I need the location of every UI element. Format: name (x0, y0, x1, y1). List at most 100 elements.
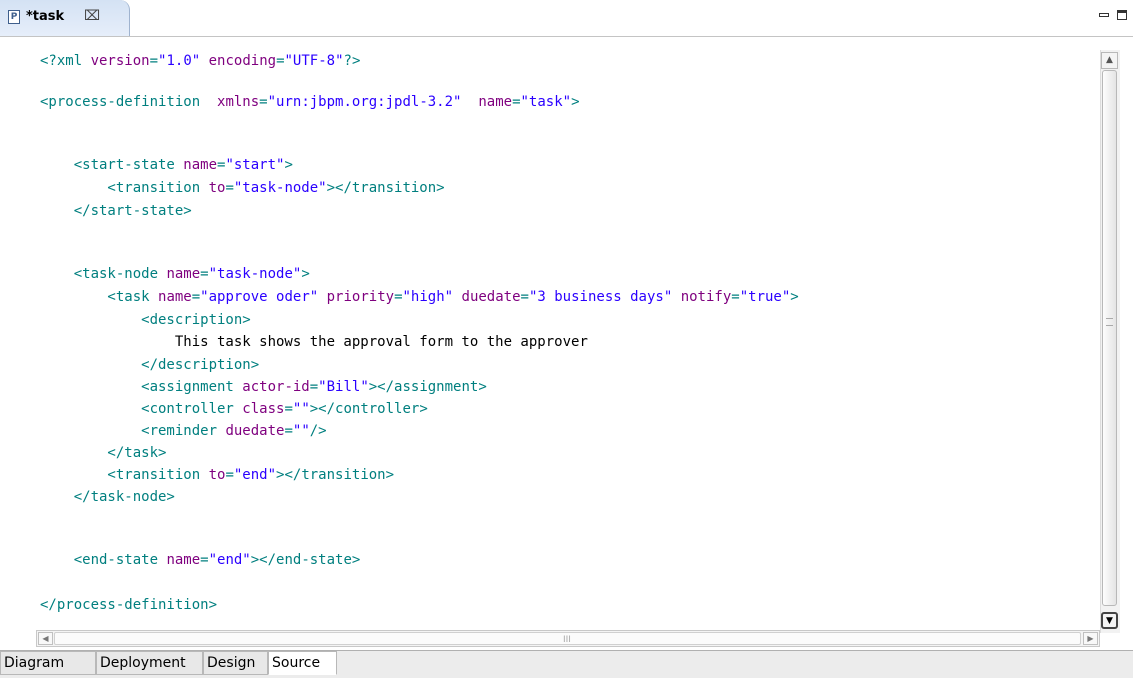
xml-tag: </start-state> (40, 203, 192, 219)
xml-tag: </description> (40, 357, 260, 373)
xml-tag: <description> (40, 312, 251, 328)
scroll-down-button[interactable]: ▼ (1101, 612, 1118, 629)
xml-tag: <assignment (40, 379, 243, 395)
code-line[interactable]: </task> (40, 443, 166, 463)
xml-attribute: class (242, 401, 285, 417)
xml-attribute: version (90, 53, 150, 69)
editor-tab-title: *task (26, 9, 65, 24)
xml-tag (200, 53, 208, 69)
xml-tag: = (276, 53, 285, 69)
code-line[interactable]: <controller class=""></controller> (40, 399, 428, 419)
xml-tag: > (301, 266, 310, 282)
xml-tag: ></end-state> (250, 552, 361, 568)
xml-tag: = (394, 289, 403, 305)
scroll-grip-icon (1106, 318, 1113, 326)
code-line[interactable]: <assignment actor-id="Bill"></assignment… (40, 377, 487, 397)
xml-tag: /> (309, 423, 327, 439)
xml-tag (318, 289, 326, 305)
xml-tag: > (284, 157, 293, 173)
code-line[interactable]: <transition to="task-node"></transition> (40, 178, 445, 198)
code-line[interactable]: This task shows the approval form to the… (40, 332, 588, 352)
xml-tag: = (149, 53, 159, 69)
scroll-up-button[interactable]: ▲ (1101, 52, 1118, 69)
xml-tag: </task> (40, 445, 167, 461)
xml-tag: ></assignment> (368, 379, 487, 395)
code-line[interactable]: <transition to="end"></transition> (40, 465, 394, 485)
xml-attribute: name (166, 266, 201, 282)
xml-tag: = (731, 289, 740, 305)
xml-attribute: to (208, 467, 226, 483)
minimize-icon[interactable] (1099, 13, 1109, 17)
xml-tag: ></transition> (326, 180, 445, 196)
xml-value: "task-node" (208, 266, 302, 282)
code-line[interactable]: <task name="approve oder" priority="high… (40, 287, 799, 307)
tab-diagram[interactable]: Diagram (0, 651, 96, 675)
xml-tag: = (200, 552, 209, 568)
xml-tag (461, 94, 478, 110)
xml-tag: > (790, 289, 799, 305)
xml-tag: = (225, 180, 234, 196)
xml-value: "end" (208, 552, 251, 568)
xml-tag: = (309, 379, 319, 395)
xml-value: "Bill" (318, 379, 369, 395)
xml-value: "urn:jbpm.org:jpdl-3.2" (267, 94, 462, 110)
xml-tag: <transition (40, 467, 209, 483)
vertical-scroll-thumb[interactable] (1102, 70, 1117, 606)
xml-tag: </process-definition> (40, 597, 218, 613)
xml-tag: <task-node (40, 266, 167, 282)
editor-tab-bar (0, 0, 1133, 37)
xml-tag: = (284, 423, 293, 439)
code-line[interactable]: <task-node name="task-node"> (40, 264, 310, 284)
xml-value: "" (292, 423, 310, 439)
xml-tag (453, 289, 461, 305)
xml-value: "3 business days" (528, 289, 673, 305)
xml-attribute: actor-id (242, 379, 310, 395)
xml-attribute: duedate (225, 423, 285, 439)
code-line[interactable]: <start-state name="start"> (40, 155, 293, 175)
xml-tag: = (512, 94, 521, 110)
tab-deployment[interactable]: Deployment (96, 651, 203, 675)
xml-tag: = (284, 401, 293, 417)
code-line[interactable]: <process-definition xmlns="urn:jbpm.org:… (40, 92, 580, 112)
close-icon[interactable]: ⌧ (84, 8, 100, 24)
xml-tag: = (200, 266, 209, 282)
xml-value: "1.0" (158, 53, 201, 69)
code-line[interactable]: <?xml version="1.0" encoding="UTF-8"?> (40, 51, 360, 71)
xml-tag: = (259, 94, 268, 110)
code-line[interactable]: </process-definition> (40, 595, 217, 615)
xml-tag: <?xml (40, 53, 91, 69)
xml-tag: <controller (40, 401, 243, 417)
xml-tag: = (191, 289, 201, 305)
xml-attribute: name (183, 157, 218, 173)
xml-attribute: to (208, 180, 226, 196)
xml-value: "" (292, 401, 310, 417)
xml-attribute: name (478, 94, 513, 110)
xml-tag: ?> (343, 53, 361, 69)
xml-tag: </task-node> (40, 489, 175, 505)
maximize-icon[interactable] (1117, 10, 1127, 20)
xml-tag: <transition (40, 180, 209, 196)
xml-tag (672, 289, 680, 305)
xml-value: "UTF-8" (284, 53, 344, 69)
xml-attribute: name (158, 289, 192, 305)
xml-tag: <reminder (40, 423, 226, 439)
scroll-left-button[interactable]: ◀ (38, 632, 53, 645)
scroll-right-button[interactable]: ▶ (1083, 632, 1098, 645)
xml-value: "task" (520, 94, 572, 110)
tab-source[interactable]: Source (268, 651, 337, 675)
process-file-icon: P (8, 10, 20, 24)
xml-value: "task-node" (233, 180, 327, 196)
code-line[interactable]: </start-state> (40, 201, 192, 221)
xml-value: "approve oder" (200, 289, 319, 305)
xml-attribute: name (166, 552, 201, 568)
code-line[interactable]: <description> (40, 310, 251, 330)
xml-tag: <process-definition (40, 94, 218, 110)
code-line[interactable]: </task-node> (40, 487, 175, 507)
code-line[interactable]: <end-state name="end"></end-state> (40, 550, 361, 570)
code-line[interactable]: </description> (40, 355, 259, 375)
xml-attribute: duedate (461, 289, 521, 305)
xml-tag: <start-state (40, 157, 184, 173)
code-line[interactable]: <reminder duedate=""/> (40, 421, 327, 441)
tab-design[interactable]: Design (203, 651, 268, 675)
editor-tab-task[interactable]: P *task ⌧ (0, 0, 130, 36)
